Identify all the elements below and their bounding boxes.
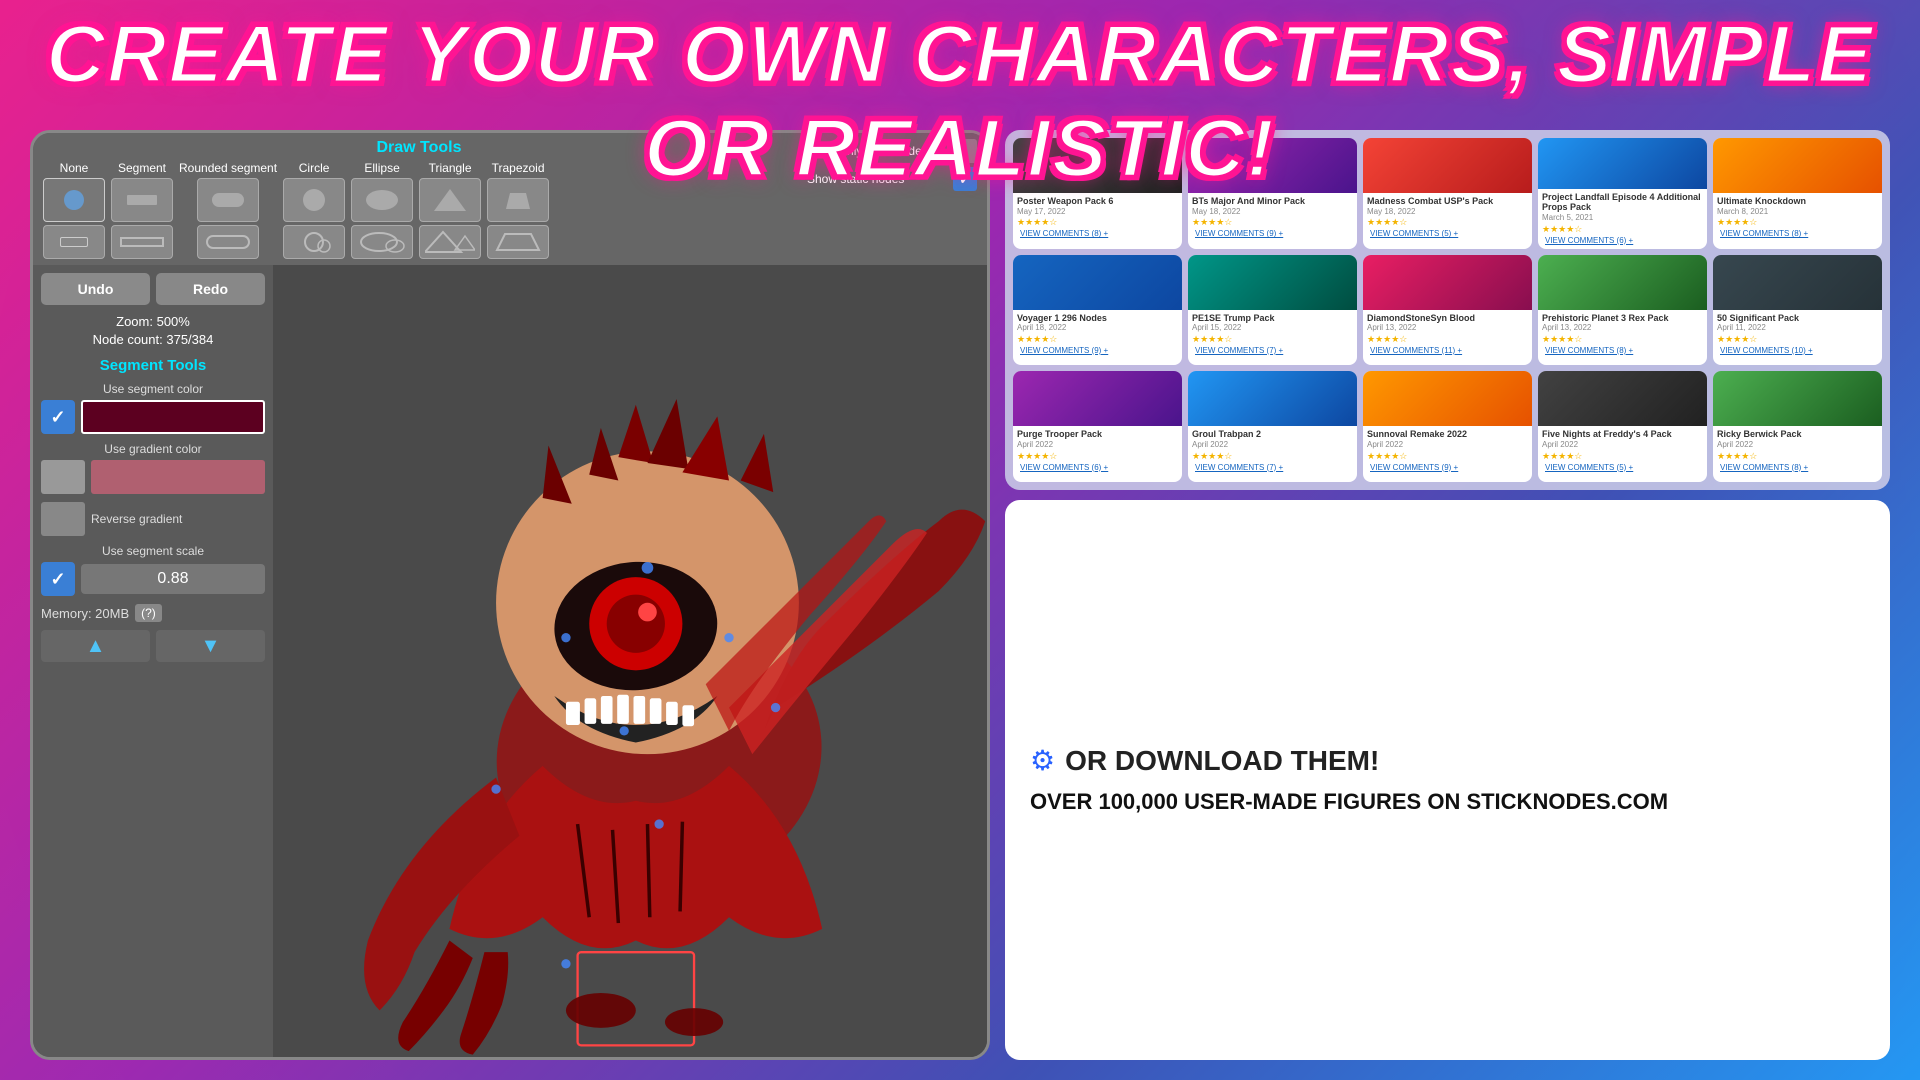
view-comments-button[interactable]: VIEW COMMENTS (9) + bbox=[1192, 228, 1353, 239]
list-item: Purge Trooper Pack April 2022 ★★★★☆ VIEW… bbox=[1013, 371, 1182, 482]
gradient-color-label: Use gradient color bbox=[41, 442, 265, 456]
ellipse-icon2 bbox=[357, 230, 407, 254]
memory-row: Memory: 20MB (?) bbox=[41, 604, 265, 622]
view-comments-button[interactable]: VIEW COMMENTS (7) + bbox=[1192, 345, 1353, 356]
card-title: Poster Weapon Pack 6 bbox=[1017, 196, 1178, 207]
app-panel: Draw Tools None Segment bbox=[30, 130, 990, 1060]
card-title: BTs Major And Minor Pack bbox=[1192, 196, 1353, 207]
left-sidebar: Undo Redo Zoom: 500% Node count: 375/384… bbox=[33, 265, 273, 1057]
view-comments-button[interactable]: VIEW COMMENTS (5) + bbox=[1367, 228, 1528, 239]
card-title: PE1SE Trump Pack bbox=[1192, 313, 1353, 324]
view-comments-button[interactable]: VIEW COMMENTS (9) + bbox=[1367, 462, 1528, 473]
card-thumbnail bbox=[1538, 255, 1707, 310]
view-comments-button[interactable]: VIEW COMMENTS (8) + bbox=[1542, 345, 1703, 356]
list-item: Prehistoric Planet 3 Rex Pack April 13, … bbox=[1538, 255, 1707, 366]
main-content: Draw Tools None Segment bbox=[30, 130, 1890, 1060]
card-title: Madness Combat USP's Pack bbox=[1367, 196, 1528, 207]
character-canvas bbox=[273, 265, 987, 1057]
view-comments-button[interactable]: VIEW COMMENTS (6) + bbox=[1542, 235, 1703, 246]
circle-icon2 bbox=[289, 230, 339, 254]
undo-redo-row: Undo Redo bbox=[41, 273, 265, 305]
help-button[interactable]: (?) bbox=[135, 604, 162, 622]
memory-label: Memory: 20MB bbox=[41, 606, 129, 621]
view-comments-button[interactable]: VIEW COMMENTS (6) + bbox=[1017, 462, 1178, 473]
scale-value: 0.88 bbox=[81, 564, 265, 594]
view-comments-button[interactable]: VIEW COMMENTS (8) + bbox=[1717, 462, 1878, 473]
segment-color-swatch[interactable] bbox=[81, 400, 265, 434]
segment-icon2 bbox=[117, 230, 167, 254]
card-title: 50 Significant Pack bbox=[1717, 313, 1878, 324]
view-comments-button[interactable]: VIEW COMMENTS (11) + bbox=[1367, 345, 1528, 356]
card-thumbnail bbox=[1013, 255, 1182, 310]
view-comments-button[interactable]: VIEW COMMENTS (5) + bbox=[1542, 462, 1703, 473]
card-title: DiamondStoneSyn Blood bbox=[1367, 313, 1528, 324]
list-item: Groul Trabpan 2 April 2022 ★★★★☆ VIEW CO… bbox=[1188, 371, 1357, 482]
list-item: 50 Significant Pack April 11, 2022 ★★★★☆… bbox=[1713, 255, 1882, 366]
scale-section: Use segment scale ✓ 0.88 bbox=[41, 544, 265, 596]
nav-arrows: ▲ ▼ bbox=[41, 630, 265, 662]
card-thumbnail bbox=[1188, 371, 1357, 426]
card-title: Ricky Berwick Pack bbox=[1717, 429, 1878, 440]
middle-area: Undo Redo Zoom: 500% Node count: 375/384… bbox=[33, 265, 987, 1057]
triangle-icon2 bbox=[425, 230, 475, 254]
card-title: Voyager 1 296 Nodes bbox=[1017, 313, 1178, 324]
card-thumbnail bbox=[1013, 371, 1182, 426]
list-item: Sunnoval Remake 2022 April 2022 ★★★★☆ VI… bbox=[1363, 371, 1532, 482]
list-item: DiamondStoneSyn Blood April 13, 2022 ★★★… bbox=[1363, 255, 1532, 366]
card-thumbnail bbox=[1363, 255, 1532, 310]
segment-color-section: Use segment color ✓ bbox=[41, 382, 265, 434]
card-thumbnail bbox=[1363, 371, 1532, 426]
view-comments-button[interactable]: VIEW COMMENTS (10) + bbox=[1717, 345, 1878, 356]
download-panel: ⚙ OR DOWNLOAD THEM! OVER 100,000 USER-MA… bbox=[1005, 500, 1890, 1060]
title-banner: CREATE YOUR OWN CHARACTERS, SIMPLE OR RE… bbox=[0, 8, 1920, 196]
reverse-gradient-label: Reverse gradient bbox=[91, 512, 182, 526]
card-thumbnail bbox=[1538, 371, 1707, 426]
view-comments-button[interactable]: VIEW COMMENTS (9) + bbox=[1017, 345, 1178, 356]
segment-color-checkbox[interactable]: ✓ bbox=[41, 400, 75, 434]
nav-down-button[interactable]: ▼ bbox=[156, 630, 265, 662]
gradient-swatch2[interactable] bbox=[91, 460, 265, 494]
scale-checkbox[interactable]: ✓ bbox=[41, 562, 75, 596]
scale-label: Use segment scale bbox=[41, 544, 265, 558]
card-thumbnail bbox=[1713, 371, 1882, 426]
page-title: CREATE YOUR OWN CHARACTERS, SIMPLE OR RE… bbox=[46, 9, 1874, 194]
card-title: Purge Trooper Pack bbox=[1017, 429, 1178, 440]
gradient-swatch1[interactable] bbox=[41, 460, 85, 494]
segment-color-label: Use segment color bbox=[41, 382, 265, 396]
reverse-gradient-swatch bbox=[41, 502, 85, 536]
gradient-color-section: Use gradient color bbox=[41, 442, 265, 494]
reverse-gradient-section: Reverse gradient bbox=[41, 502, 265, 536]
list-item: Five Nights at Freddy's 4 Pack April 202… bbox=[1538, 371, 1707, 482]
card-title: Five Nights at Freddy's 4 Pack bbox=[1542, 429, 1703, 440]
redo-button[interactable]: Redo bbox=[156, 273, 265, 305]
segment-tools-title: Segment Tools bbox=[41, 357, 265, 374]
list-item: PE1SE Trump Pack April 15, 2022 ★★★★☆ VI… bbox=[1188, 255, 1357, 366]
view-comments-button[interactable]: VIEW COMMENTS (7) + bbox=[1192, 462, 1353, 473]
list-item: Voyager 1 296 Nodes April 18, 2022 ★★★★☆… bbox=[1013, 255, 1182, 366]
download-subtitle: OVER 100,000 USER-MADE FIGURES ON STICKN… bbox=[1030, 788, 1865, 817]
card-title: Ultimate Knockdown bbox=[1717, 196, 1878, 207]
download-icon: ⚙ bbox=[1030, 744, 1055, 777]
card-title: Sunnoval Remake 2022 bbox=[1367, 429, 1528, 440]
card-thumbnail bbox=[1188, 255, 1357, 310]
list-item: Ricky Berwick Pack April 2022 ★★★★☆ VIEW… bbox=[1713, 371, 1882, 482]
undo-button[interactable]: Undo bbox=[41, 273, 150, 305]
card-thumbnail bbox=[1713, 255, 1882, 310]
zoom-info: Zoom: 500% Node count: 375/384 bbox=[41, 313, 265, 349]
nav-up-button[interactable]: ▲ bbox=[41, 630, 150, 662]
card-title: Groul Trabpan 2 bbox=[1192, 429, 1353, 440]
canvas-area[interactable] bbox=[273, 265, 987, 1057]
download-title: OR DOWNLOAD THEM! bbox=[1065, 744, 1379, 778]
card-title: Prehistoric Planet 3 Rex Pack bbox=[1542, 313, 1703, 324]
trapezoid-icon2 bbox=[493, 230, 543, 254]
rounded-segment-icon2 bbox=[203, 230, 253, 254]
right-panel: Poster Weapon Pack 6 May 17, 2022 ★★★★☆ … bbox=[1005, 130, 1890, 1060]
view-comments-button[interactable]: VIEW COMMENTS (8) + bbox=[1717, 228, 1878, 239]
view-comments-button[interactable]: VIEW COMMENTS (8) + bbox=[1017, 228, 1178, 239]
